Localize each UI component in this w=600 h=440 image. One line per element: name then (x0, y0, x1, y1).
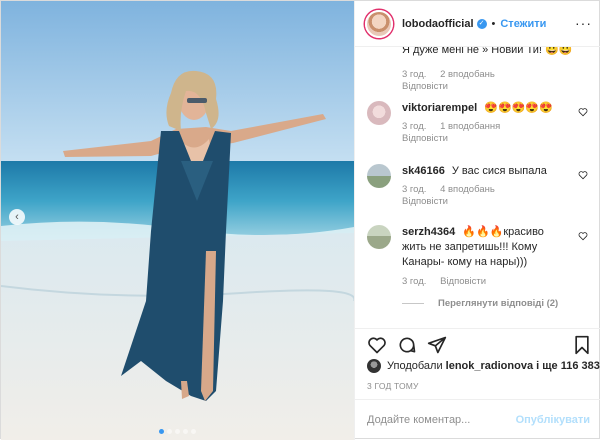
publish-button[interactable]: Опублікувати (516, 414, 590, 426)
heart-icon[interactable] (578, 170, 588, 180)
commenter-avatar[interactable] (367, 225, 391, 249)
carousel-prev-button[interactable]: ‹ (9, 209, 25, 225)
comment-item: serzh4364 🔥🔥🔥красиво жить не запретишь!!… (367, 225, 592, 287)
comment-item: sk46166 У вас сися выпала 3 год. 4 вподо… (367, 164, 592, 207)
author-avatar[interactable] (365, 9, 393, 38)
separator-dot: • (491, 17, 496, 30)
comment-likes[interactable]: 2 вподобань (440, 69, 495, 80)
comment-meta: 3 год. 2 вподобань Відповісти (402, 69, 506, 92)
comment-time: 3 год. (402, 184, 427, 195)
follow-button[interactable]: Стежити (500, 18, 546, 30)
comment-likes[interactable]: 4 вподобань (440, 184, 495, 195)
post-header: lobodaofficial ✓ • Стежити ··· (355, 1, 600, 47)
add-comment-bar: Опублікувати (355, 399, 600, 440)
comment-time: 3 год. (402, 121, 427, 132)
share-icon[interactable] (427, 335, 447, 355)
comment-meta: 3 год. 4 вподобань Відповісти (402, 184, 570, 207)
post-timestamp[interactable]: 3 ГОД ТОМУ (367, 381, 419, 391)
heart-icon[interactable] (367, 335, 387, 355)
comments-list[interactable]: Я дуже мені не » Новий Ти! 😀😀 3 год. 2 в… (355, 47, 600, 328)
carousel-dot (175, 429, 180, 434)
likes-prefix: Уподобали (387, 360, 443, 372)
carousel-dot (183, 429, 188, 434)
carousel-dot (191, 429, 196, 434)
heart-icon[interactable] (578, 107, 588, 117)
author-username[interactable]: lobodaofficial (402, 18, 474, 30)
reply-button[interactable]: Відповісти (440, 276, 486, 287)
action-bar (355, 328, 600, 358)
comment-input[interactable] (367, 414, 516, 426)
comment-meta: 3 год. Відповісти (402, 276, 570, 287)
comment-text: 😍😍😍😍😍 (484, 102, 553, 114)
carousel-dot (159, 429, 164, 434)
comment-time: 3 год. (402, 276, 427, 287)
post-photo[interactable]: ‹ (1, 1, 354, 440)
likes-summary: Уподобали lenok_radionova і ще 116 383 (367, 359, 600, 373)
reply-button[interactable]: Відповісти (402, 196, 570, 207)
carousel-dot (167, 429, 172, 434)
view-replies-label: Переглянути відповіді (2) (438, 298, 559, 309)
reply-button[interactable]: Відповісти (402, 133, 570, 144)
comment-item: viktoriarempel 😍😍😍😍😍 3 год. 1 вподобання… (367, 101, 592, 144)
view-replies-button[interactable]: Переглянути відповіді (2) (402, 298, 558, 309)
liker-avatar[interactable] (367, 359, 381, 373)
beach-photo-image (1, 1, 354, 440)
more-options-icon[interactable]: ··· (575, 15, 592, 31)
verified-badge-icon: ✓ (476, 18, 487, 29)
liker-username[interactable]: lenok_radionova (446, 360, 533, 372)
comment-time: 3 год. (402, 69, 427, 80)
divider-line (402, 303, 424, 304)
reply-button[interactable]: Відповісти (402, 81, 506, 92)
comment-text-cut: Я дуже мені не » Новий Ти! 😀😀 (402, 47, 573, 56)
commenter-avatar[interactable] (367, 164, 391, 188)
likes-count[interactable]: і ще 116 383 (536, 360, 600, 372)
post-side-panel: lobodaofficial ✓ • Стежити ··· Я дуже ме… (354, 1, 600, 440)
commenter-username[interactable]: sk46166 (402, 165, 445, 177)
commenter-avatar[interactable] (367, 101, 391, 125)
bookmark-icon[interactable] (572, 335, 592, 355)
carousel-dots (1, 429, 354, 434)
heart-icon[interactable] (578, 231, 588, 241)
commenter-username[interactable]: viktoriarempel (402, 102, 477, 114)
comment-icon[interactable] (397, 335, 417, 355)
comment-likes[interactable]: 1 вподобання (440, 121, 500, 132)
instagram-post: ‹ lobodaofficial ✓ • Стежити ··· Я дуже … (0, 0, 600, 440)
commenter-username[interactable]: serzh4364 (402, 226, 455, 238)
chevron-left-icon: ‹ (15, 210, 19, 223)
comment-meta: 3 год. 1 вподобання Відповісти (402, 121, 570, 144)
comment-text: У вас сися выпала (451, 165, 547, 177)
